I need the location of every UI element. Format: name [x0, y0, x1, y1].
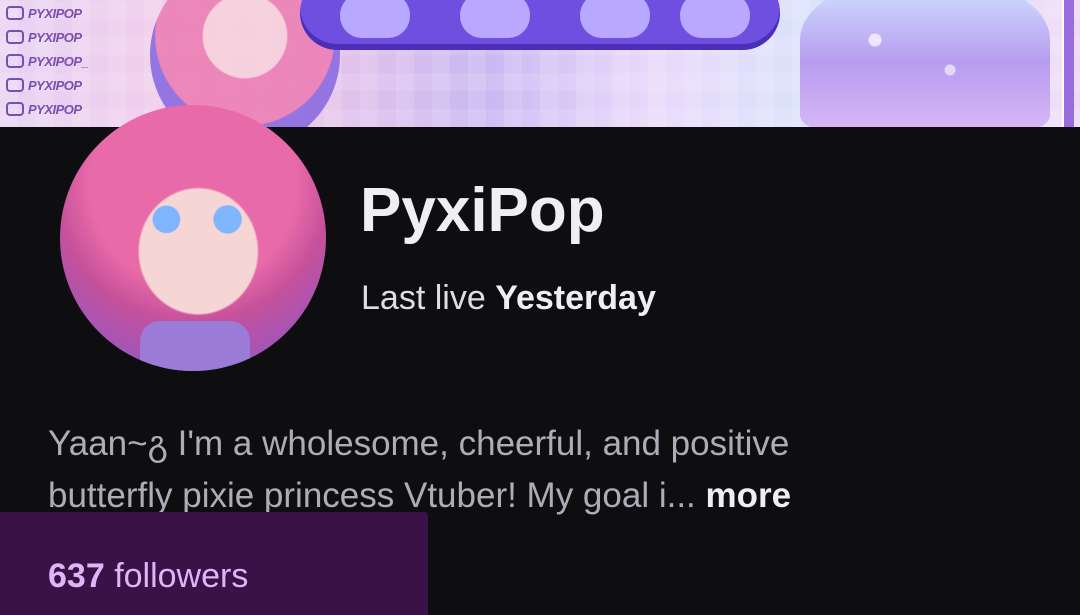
- banner-social-label: PYXIPOP: [28, 5, 82, 21]
- banner-social-youtube: PYXIPOP: [6, 98, 156, 120]
- followers-count[interactable]: 637 followers: [48, 556, 248, 596]
- banner-logo-bubble: [580, 0, 650, 38]
- banner-social-twitch: PYXIPOP: [6, 2, 156, 24]
- followers-number: 637: [48, 557, 105, 595]
- banner-logo-bubble: [680, 0, 750, 38]
- last-live-label: Last live: [361, 279, 486, 317]
- crown-icon: [6, 30, 24, 44]
- channel-bio: Yaan~გ I'm a wholesome, cheerful, and po…: [48, 418, 1048, 522]
- banner-dress-art: [800, 0, 1050, 127]
- banner-logo-bubble: [340, 0, 410, 38]
- banner-social-crown: PYXIPOP: [6, 26, 156, 48]
- bio-line-1: Yaan~გ I'm a wholesome, cheerful, and po…: [48, 424, 790, 463]
- banner-social-label: PYXIPOP_: [28, 53, 89, 69]
- last-live-value: Yesterday: [495, 279, 656, 317]
- youtube-icon: [6, 102, 24, 116]
- bio-more-link[interactable]: more: [706, 476, 792, 515]
- banner-social-label: PYXIPOP: [28, 101, 82, 117]
- last-live-status: Last live Yesterday: [361, 278, 656, 318]
- followers-label: followers: [114, 557, 249, 595]
- banner-social-label: PYXIPOP: [28, 77, 82, 93]
- banner-logo-bubble: [460, 0, 530, 38]
- banner-social-list: PYXIPOP PYXIPOP PYXIPOP_ PYXIPOP PYXIPOP: [6, 0, 156, 127]
- banner-social-heart: PYXIPOP: [6, 74, 156, 96]
- avatar-collar-art: [140, 321, 250, 371]
- channel-avatar[interactable]: [60, 105, 326, 371]
- banner-social-label: PYXIPOP: [28, 29, 82, 45]
- banner-social-twitter: PYXIPOP_: [6, 50, 156, 72]
- twitter-icon: [6, 54, 24, 68]
- banner-logo-art: [300, 0, 780, 50]
- bio-line-2-text: butterfly pixie princess Vtuber! My goal…: [48, 476, 696, 515]
- heart-icon: [6, 78, 24, 92]
- twitch-icon: [6, 6, 24, 20]
- channel-name: PyxiPop: [360, 176, 605, 245]
- banner-frame: [1062, 0, 1074, 127]
